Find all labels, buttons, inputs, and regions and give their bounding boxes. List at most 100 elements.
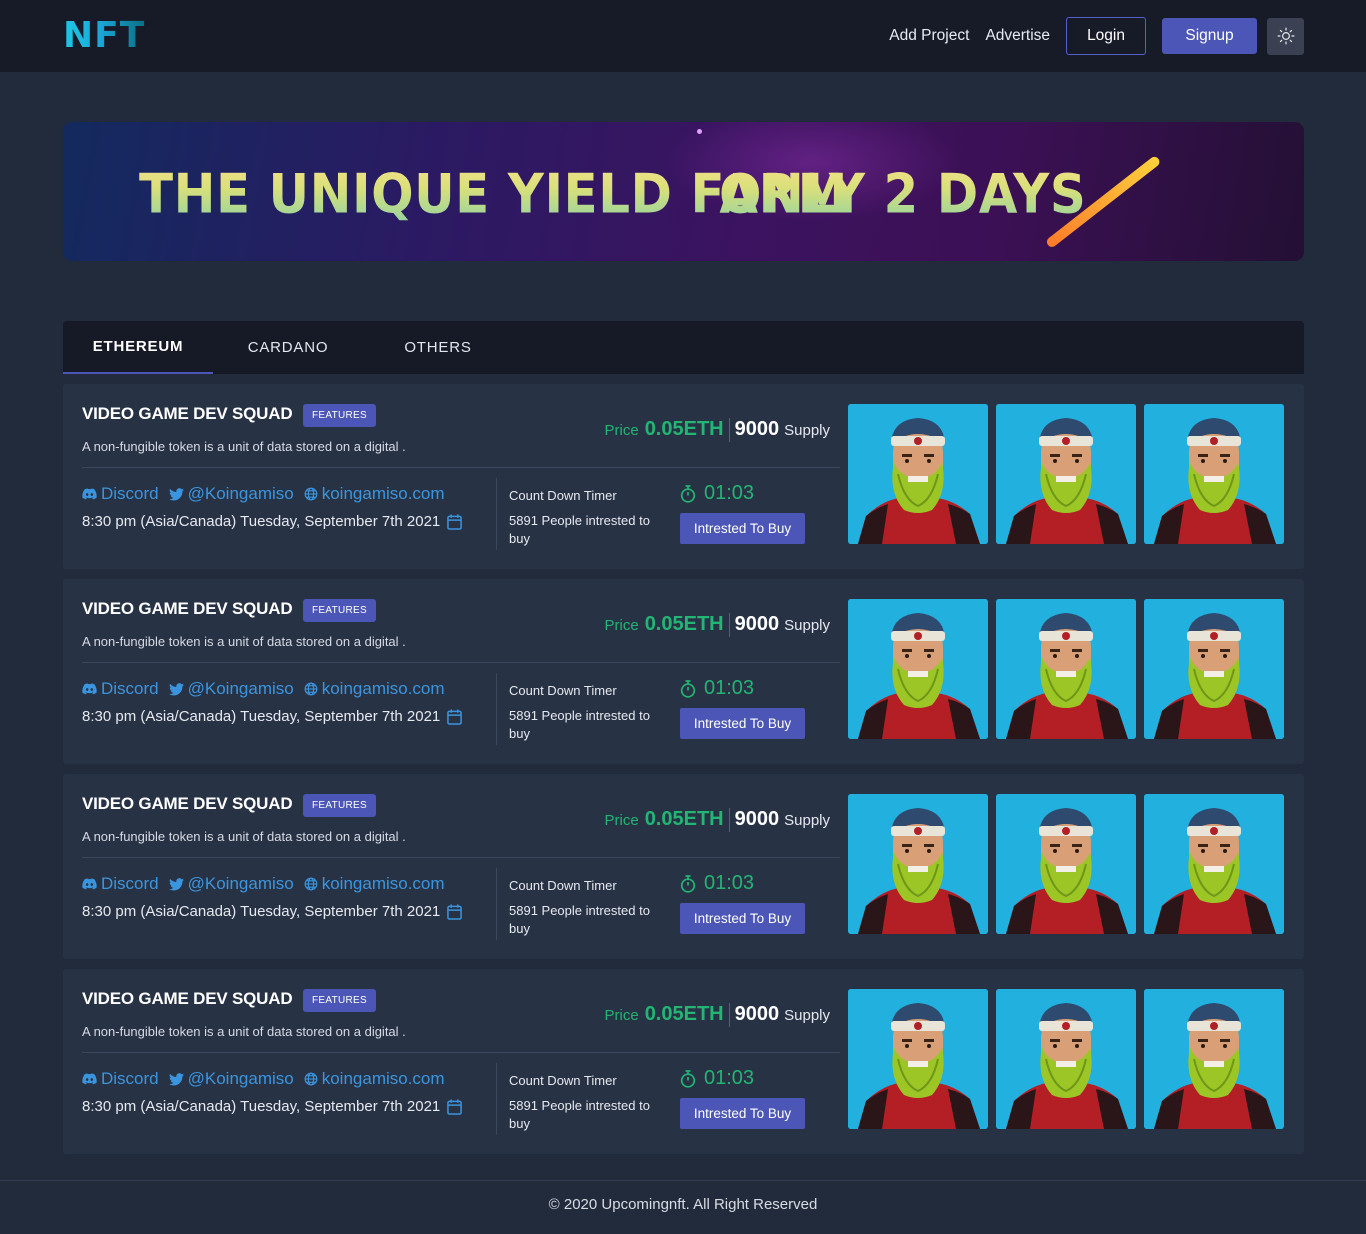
nav-advertise[interactable]: Advertise — [985, 27, 1050, 45]
discord-link[interactable]: Discord — [82, 874, 159, 894]
supply-label: Supply — [784, 617, 830, 634]
nft-image[interactable] — [848, 989, 988, 1129]
globe-icon — [304, 682, 318, 696]
website-label: koingamiso.com — [321, 1069, 445, 1088]
nft-image[interactable] — [848, 599, 988, 739]
tab-ethereum[interactable]: ETHEREUM — [63, 321, 213, 374]
website-label: koingamiso.com — [321, 679, 445, 698]
twitter-link[interactable]: @Koingamiso — [168, 679, 294, 699]
supply-value: 9000 — [734, 613, 780, 635]
tab-cardano[interactable]: CARDANO — [213, 321, 363, 374]
promo-banner[interactable]: THE UNIQUE YIELD FARM ONLY 2 DAYS PRESAL… — [63, 122, 1304, 261]
footer-copyright: © 2020 Upcomingnft. All Right Reserved — [548, 1196, 818, 1213]
nft-image[interactable] — [996, 989, 1136, 1129]
nft-image[interactable] — [848, 404, 988, 544]
social-links: Discord @Koingamiso koingamiso.com — [82, 874, 455, 894]
nft-image[interactable] — [996, 404, 1136, 544]
discord-label: Discord — [101, 484, 159, 503]
calendar-icon[interactable] — [447, 1099, 463, 1115]
interested-to-buy-button[interactable]: Intrested To Buy — [680, 513, 805, 544]
nft-image[interactable] — [996, 794, 1136, 934]
interested-to-buy-button[interactable]: Intrested To Buy — [680, 708, 805, 739]
supply-label: Supply — [784, 1007, 830, 1024]
project-title[interactable]: VIDEO GAME DEV SQUAD — [82, 989, 293, 1009]
interested-count: 5891 People intrested to buy — [509, 1098, 650, 1131]
discord-icon — [82, 683, 97, 695]
project-title[interactable]: VIDEO GAME DEV SQUAD — [82, 794, 293, 814]
nft-image[interactable] — [848, 794, 988, 934]
stopwatch-icon — [680, 874, 696, 893]
project-title[interactable]: VIDEO GAME DEV SQUAD — [82, 599, 293, 619]
nft-character-art — [996, 599, 1136, 739]
discord-icon — [82, 1073, 97, 1085]
nft-character-art — [848, 599, 988, 739]
countdown-label: Count Down Timer — [509, 488, 617, 503]
website-link[interactable]: koingamiso.com — [304, 874, 445, 894]
price-label: Price — [604, 422, 639, 439]
tab-others[interactable]: OTHERS — [363, 321, 513, 374]
calendar-icon[interactable] — [447, 904, 463, 920]
banner-star — [697, 129, 702, 134]
login-button[interactable]: Login — [1066, 17, 1146, 55]
card-vertical-divider — [496, 478, 497, 550]
twitter-label: @Koingamiso — [187, 679, 294, 698]
countdown-label: Count Down Timer — [509, 683, 617, 698]
price-separator — [728, 613, 730, 637]
price-value: 0.05ETH — [644, 808, 724, 830]
website-link[interactable]: koingamiso.com — [304, 484, 445, 504]
sun-icon — [1277, 27, 1294, 45]
nft-image[interactable] — [1144, 404, 1284, 544]
discord-link[interactable]: Discord — [82, 679, 159, 699]
website-link[interactable]: koingamiso.com — [304, 679, 445, 699]
nft-image[interactable] — [1144, 794, 1284, 934]
nav-add-project[interactable]: Add Project — [889, 27, 969, 45]
interested-count: 5891 People intrested to buy — [509, 513, 650, 546]
discord-label: Discord — [101, 874, 159, 893]
features-badge: FEATURES — [303, 404, 376, 427]
footer-divider — [0, 1180, 1366, 1181]
project-description: A non-fungible token is a unit of data s… — [82, 439, 406, 454]
signup-button[interactable]: Signup — [1162, 18, 1257, 54]
price-value: 0.05ETH — [644, 613, 724, 635]
project-title[interactable]: VIDEO GAME DEV SQUAD — [82, 404, 293, 424]
calendar-icon[interactable] — [447, 709, 463, 725]
nft-image[interactable] — [996, 599, 1136, 739]
website-link[interactable]: koingamiso.com — [304, 1069, 445, 1089]
twitter-icon — [168, 487, 184, 500]
twitter-icon — [168, 682, 184, 695]
countdown-timer: 01:03 — [680, 1067, 754, 1090]
timer-value: 01:03 — [704, 677, 755, 699]
theme-toggle-button[interactable] — [1267, 17, 1304, 55]
price-supply: Price 0.05ETH 9000 Supply — [605, 808, 830, 832]
twitter-link[interactable]: @Koingamiso — [168, 1069, 294, 1089]
card-vertical-divider — [496, 673, 497, 745]
launch-date: 8:30 pm (Asia/Canada) Tuesday, September… — [82, 1098, 463, 1115]
project-description: A non-fungible token is a unit of data s… — [82, 1024, 406, 1039]
price-label: Price — [604, 1007, 639, 1024]
card-divider — [82, 1052, 840, 1053]
countdown-timer: 01:03 — [680, 872, 754, 895]
twitter-link[interactable]: @Koingamiso — [168, 484, 294, 504]
twitter-link[interactable]: @Koingamiso — [168, 874, 294, 894]
supply-value: 9000 — [734, 808, 780, 830]
timer-value: 01:03 — [704, 1067, 755, 1089]
twitter-label: @Koingamiso — [187, 874, 294, 893]
interested-to-buy-button[interactable]: Intrested To Buy — [680, 1098, 805, 1129]
features-badge: FEATURES — [303, 599, 376, 622]
nft-image[interactable] — [1144, 989, 1284, 1129]
countdown-timer: 01:03 — [680, 677, 754, 700]
interested-to-buy-button[interactable]: Intrested To Buy — [680, 903, 805, 934]
card-vertical-divider — [496, 868, 497, 940]
top-navbar: NFT Add Project Advertise Login Signup — [0, 0, 1366, 72]
discord-link[interactable]: Discord — [82, 484, 159, 504]
timer-value: 01:03 — [704, 872, 755, 894]
site-logo[interactable]: NFT — [63, 17, 145, 55]
project-description: A non-fungible token is a unit of data s… — [82, 634, 406, 649]
nft-image[interactable] — [1144, 599, 1284, 739]
discord-link[interactable]: Discord — [82, 1069, 159, 1089]
card-divider — [82, 857, 840, 858]
supply-label: Supply — [784, 422, 830, 439]
calendar-icon[interactable] — [447, 514, 463, 530]
social-links: Discord @Koingamiso koingamiso.com — [82, 484, 455, 504]
nft-character-art — [996, 404, 1136, 544]
